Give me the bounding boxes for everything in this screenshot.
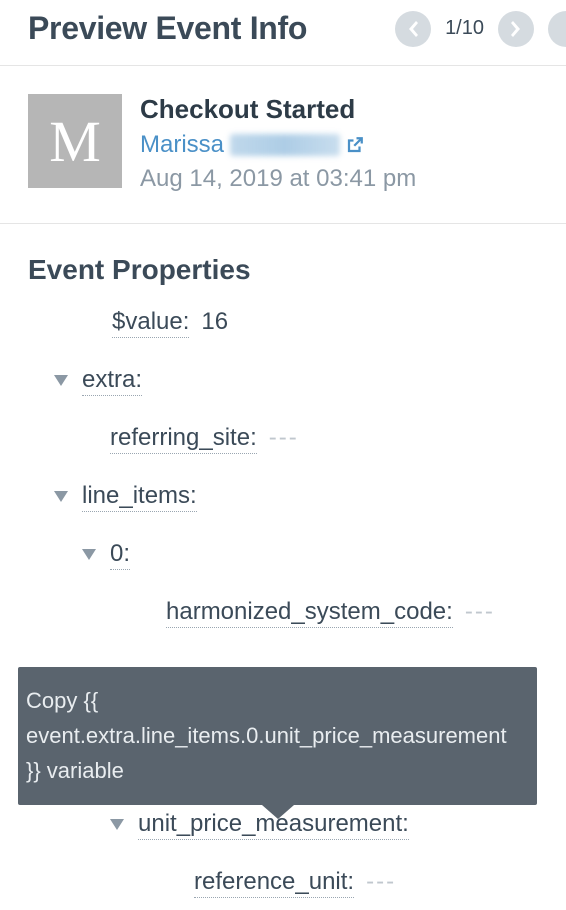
user-link[interactable]: Marissa <box>140 131 416 159</box>
user-first-name[interactable]: Marissa <box>140 131 224 159</box>
pager: 1/10 <box>395 11 538 47</box>
pager-text: 1/10 <box>445 17 484 40</box>
prop-val: --- <box>269 424 299 452</box>
chevron-right-icon <box>508 19 524 39</box>
prev-button[interactable] <box>395 11 431 47</box>
prop-reference-unit: reference_unit: --- <box>28 868 538 898</box>
prop-val: --- <box>366 868 396 896</box>
event-timestamp: Aug 14, 2019 at 03:41 pm <box>140 165 416 193</box>
chevron-left-icon <box>405 19 421 39</box>
next-button[interactable] <box>498 11 534 47</box>
caret-icon[interactable] <box>80 549 98 561</box>
caret-icon[interactable] <box>108 819 126 831</box>
prop-val: 16 <box>201 308 228 336</box>
header: Preview Event Info 1/10 <box>0 0 566 66</box>
avatar: M <box>28 94 122 188</box>
page-title: Preview Event Info <box>28 10 307 47</box>
caret-icon[interactable] <box>52 375 70 387</box>
prop-key[interactable]: 0: <box>110 540 130 570</box>
prop-key[interactable]: extra: <box>82 366 142 396</box>
prop-key[interactable]: referring_site: <box>110 424 257 454</box>
overflow-button[interactable] <box>548 11 566 47</box>
prop-key[interactable]: harmonized_system_code: <box>166 598 453 628</box>
prop-index-0: 0: <box>28 540 538 570</box>
event-name: Checkout Started <box>140 94 416 125</box>
section-title: Event Properties <box>28 254 538 286</box>
prop-key[interactable]: $value: <box>112 308 189 338</box>
event-summary: M Checkout Started Marissa Aug 14, 2019 … <box>0 66 566 224</box>
prop-value: $value: 16 <box>28 308 538 338</box>
prop-extra: extra: <box>28 366 538 396</box>
prop-key[interactable]: reference_unit: <box>194 868 354 898</box>
user-last-name-redacted <box>230 134 340 156</box>
prop-val: --- <box>465 598 495 626</box>
prop-line-items: line_items: <box>28 482 538 512</box>
prop-harmonized-system-code: harmonized_system_code: --- <box>28 598 538 628</box>
summary-text: Checkout Started Marissa Aug 14, 2019 at… <box>140 94 416 193</box>
prop-referring-site: referring_site: --- <box>28 424 538 454</box>
caret-icon[interactable] <box>52 491 70 503</box>
prop-key[interactable]: line_items: <box>82 482 197 512</box>
external-link-icon <box>346 136 364 154</box>
copy-variable-tooltip[interactable]: Copy {{ event.extra.line_items.0.unit_pr… <box>18 667 537 805</box>
